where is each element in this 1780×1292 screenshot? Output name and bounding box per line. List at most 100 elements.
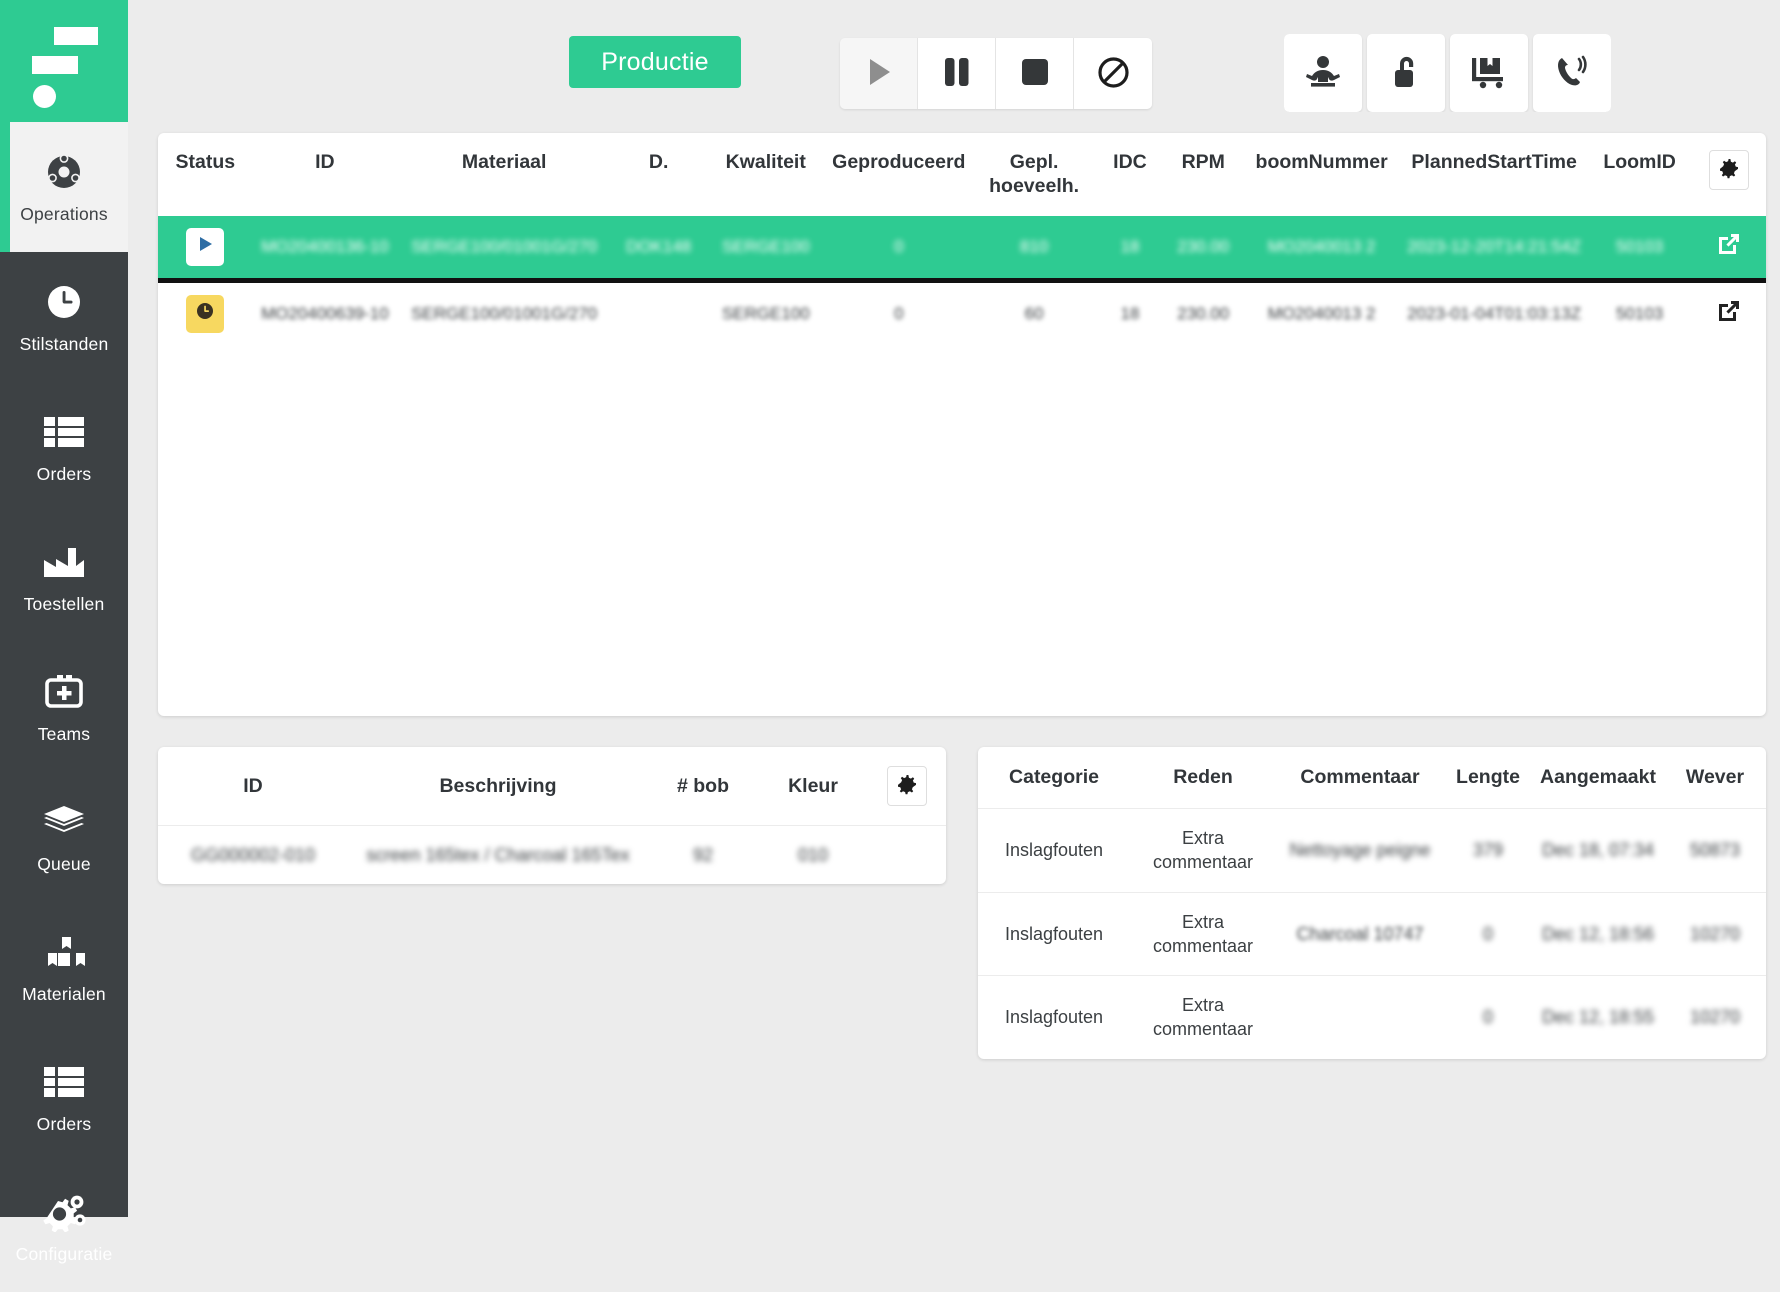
stop-reden: Extra commentaar: [1130, 808, 1276, 893]
stop-wever: 50873: [1664, 808, 1766, 893]
call-button[interactable]: [1533, 34, 1611, 112]
col-boomnummer[interactable]: boomNummer: [1243, 133, 1401, 216]
sidebar-item-configuratie[interactable]: Configuratie: [0, 1162, 128, 1292]
beams-table-card: ID Beschrijving # bob Kleur GG000002-010…: [158, 747, 946, 885]
stop-lengte: 0: [1444, 891, 1532, 976]
beams-table: ID Beschrijving # bob Kleur GG000002-010…: [158, 747, 946, 885]
stop-aangemaakt: Dec 12, 18:55: [1532, 975, 1664, 1059]
row-geproduceerd: 0: [894, 236, 904, 256]
boxes-icon: [42, 929, 86, 975]
sidebar-item-label: Orders: [36, 1114, 92, 1135]
row-plannedstarttime: 2023-12-20T14:21:54Z: [1407, 236, 1582, 256]
col-reden[interactable]: Reden: [1130, 747, 1276, 809]
col-rpm[interactable]: RPM: [1164, 133, 1243, 216]
block-button[interactable]: [1074, 38, 1152, 109]
col-gepl-hoeveelh[interactable]: Gepl. hoeveelh.: [972, 133, 1096, 216]
stop-categorie: Inslagfouten: [978, 975, 1130, 1059]
sidebar-item-orders-bottom[interactable]: Orders: [0, 1032, 128, 1162]
table-header-row: Status ID Materiaal D. Kwaliteit Geprodu…: [158, 133, 1766, 216]
col-plannedstarttime[interactable]: PlannedStartTime: [1401, 133, 1588, 216]
sidebar-item-teams[interactable]: Teams: [0, 642, 128, 772]
sidebar-item-label: Queue: [37, 854, 91, 875]
stop-button[interactable]: [996, 38, 1074, 109]
stop-wever: 10270: [1664, 891, 1766, 976]
unlock-button[interactable]: [1367, 34, 1445, 112]
col-wever[interactable]: Wever: [1664, 747, 1766, 809]
col-beam-kleur[interactable]: Kleur: [758, 747, 868, 826]
action-button-group: [1284, 34, 1611, 112]
list-icon: [43, 1059, 85, 1105]
external-link-icon[interactable]: [1716, 298, 1742, 324]
col-aangemaakt[interactable]: Aangemaakt: [1532, 747, 1664, 809]
gear-icon: [1718, 158, 1740, 183]
row-d: [611, 280, 706, 345]
col-d[interactable]: D.: [611, 133, 706, 216]
col-id[interactable]: ID: [253, 133, 397, 216]
productie-button[interactable]: Productie: [569, 36, 741, 88]
app-logo[interactable]: [0, 0, 128, 122]
sidebar-item-label: Configuratie: [15, 1244, 113, 1265]
row-loomid: 50103: [1615, 303, 1664, 323]
col-materiaal[interactable]: Materiaal: [397, 133, 611, 216]
beams-row[interactable]: GG000002-010 screen 165tex / Charcoal 16…: [158, 825, 946, 885]
col-geproduceerd[interactable]: Geproduceerd: [826, 133, 973, 216]
table-row[interactable]: MO20400639-10 SERGE100/01001G/270 SERGE1…: [158, 280, 1766, 345]
col-lengte[interactable]: Lengte: [1444, 747, 1532, 809]
gears-icon: [40, 1189, 88, 1235]
row-d: DOK148: [626, 236, 692, 256]
row-status-button[interactable]: [186, 294, 225, 333]
row-rpm: 230.00: [1177, 236, 1230, 256]
weaver-button[interactable]: [1284, 34, 1362, 112]
sidebar-item-operations[interactable]: Operations: [0, 122, 128, 252]
col-beam-beschrijving[interactable]: Beschrijving: [348, 747, 648, 826]
stops-row[interactable]: Inslagfouten Extra commentaar 0 Dec 12, …: [978, 975, 1766, 1059]
sidebar-item-toestellen[interactable]: Toestellen: [0, 512, 128, 642]
sidebar-item-queue[interactable]: Queue: [0, 772, 128, 902]
phone-ring-icon: [1553, 54, 1591, 93]
sidebar: Operations Stilstanden Orders Toestellen…: [0, 0, 128, 1264]
delivery-button[interactable]: [1450, 34, 1528, 112]
logo-bar-middle: [32, 56, 78, 74]
col-categorie[interactable]: Categorie: [978, 747, 1130, 809]
col-loomid[interactable]: LoomID: [1588, 133, 1692, 216]
stops-row[interactable]: Inslagfouten Extra commentaar Charcoal 1…: [978, 891, 1766, 976]
col-beam-settings: [868, 747, 946, 826]
sidebar-item-label: Orders: [36, 464, 92, 485]
pause-button[interactable]: [918, 38, 996, 109]
sidebar-item-materialen[interactable]: Materialen: [0, 902, 128, 1032]
stops-table: Categorie Reden Commentaar Lengte Aangem…: [978, 747, 1766, 1059]
sidebar-item-label: Materialen: [22, 984, 106, 1005]
stop-wever: 10270: [1664, 975, 1766, 1059]
layers-icon: [43, 799, 85, 845]
dolly-icon: [1469, 55, 1509, 92]
gear-icon: [896, 774, 918, 799]
col-idc[interactable]: IDC: [1096, 133, 1164, 216]
col-beam-bob[interactable]: # bob: [648, 747, 758, 826]
sidebar-item-stilstanden[interactable]: Stilstanden: [0, 252, 128, 382]
sidebar-item-label: Toestellen: [23, 594, 105, 615]
row-gepl-hoeveelh: 60: [1024, 303, 1044, 323]
row-kwaliteit: SERGE100: [721, 236, 810, 256]
col-commentaar[interactable]: Commentaar: [1276, 747, 1444, 809]
beams-header-row: ID Beschrijving # bob Kleur: [158, 747, 946, 826]
row-idc: 18: [1120, 303, 1140, 323]
col-beam-id[interactable]: ID: [158, 747, 348, 826]
clock-icon: [44, 279, 84, 325]
row-status-button[interactable]: [186, 227, 225, 266]
col-settings: [1691, 133, 1766, 216]
pause-icon: [942, 56, 972, 91]
col-status[interactable]: Status: [158, 133, 253, 216]
row-id: MO20400639-10: [261, 303, 389, 323]
beams-settings-button[interactable]: [887, 766, 927, 806]
play-button[interactable]: [840, 38, 918, 109]
stops-row[interactable]: Inslagfouten Extra commentaar Nettoyage …: [978, 808, 1766, 893]
table-settings-button[interactable]: [1708, 150, 1749, 190]
sidebar-item-orders-top[interactable]: Orders: [0, 382, 128, 512]
row-materiaal: SERGE100/01001G/270: [411, 303, 598, 323]
table-row[interactable]: MO20400136-10 SERGE100/01001G/270 DOK148…: [158, 215, 1766, 281]
row-geproduceerd: 0: [894, 303, 904, 323]
topbar: Productie: [128, 0, 1780, 122]
external-link-icon[interactable]: [1716, 231, 1742, 257]
col-kwaliteit[interactable]: Kwaliteit: [706, 133, 826, 216]
beam-bob: 92: [648, 825, 758, 885]
